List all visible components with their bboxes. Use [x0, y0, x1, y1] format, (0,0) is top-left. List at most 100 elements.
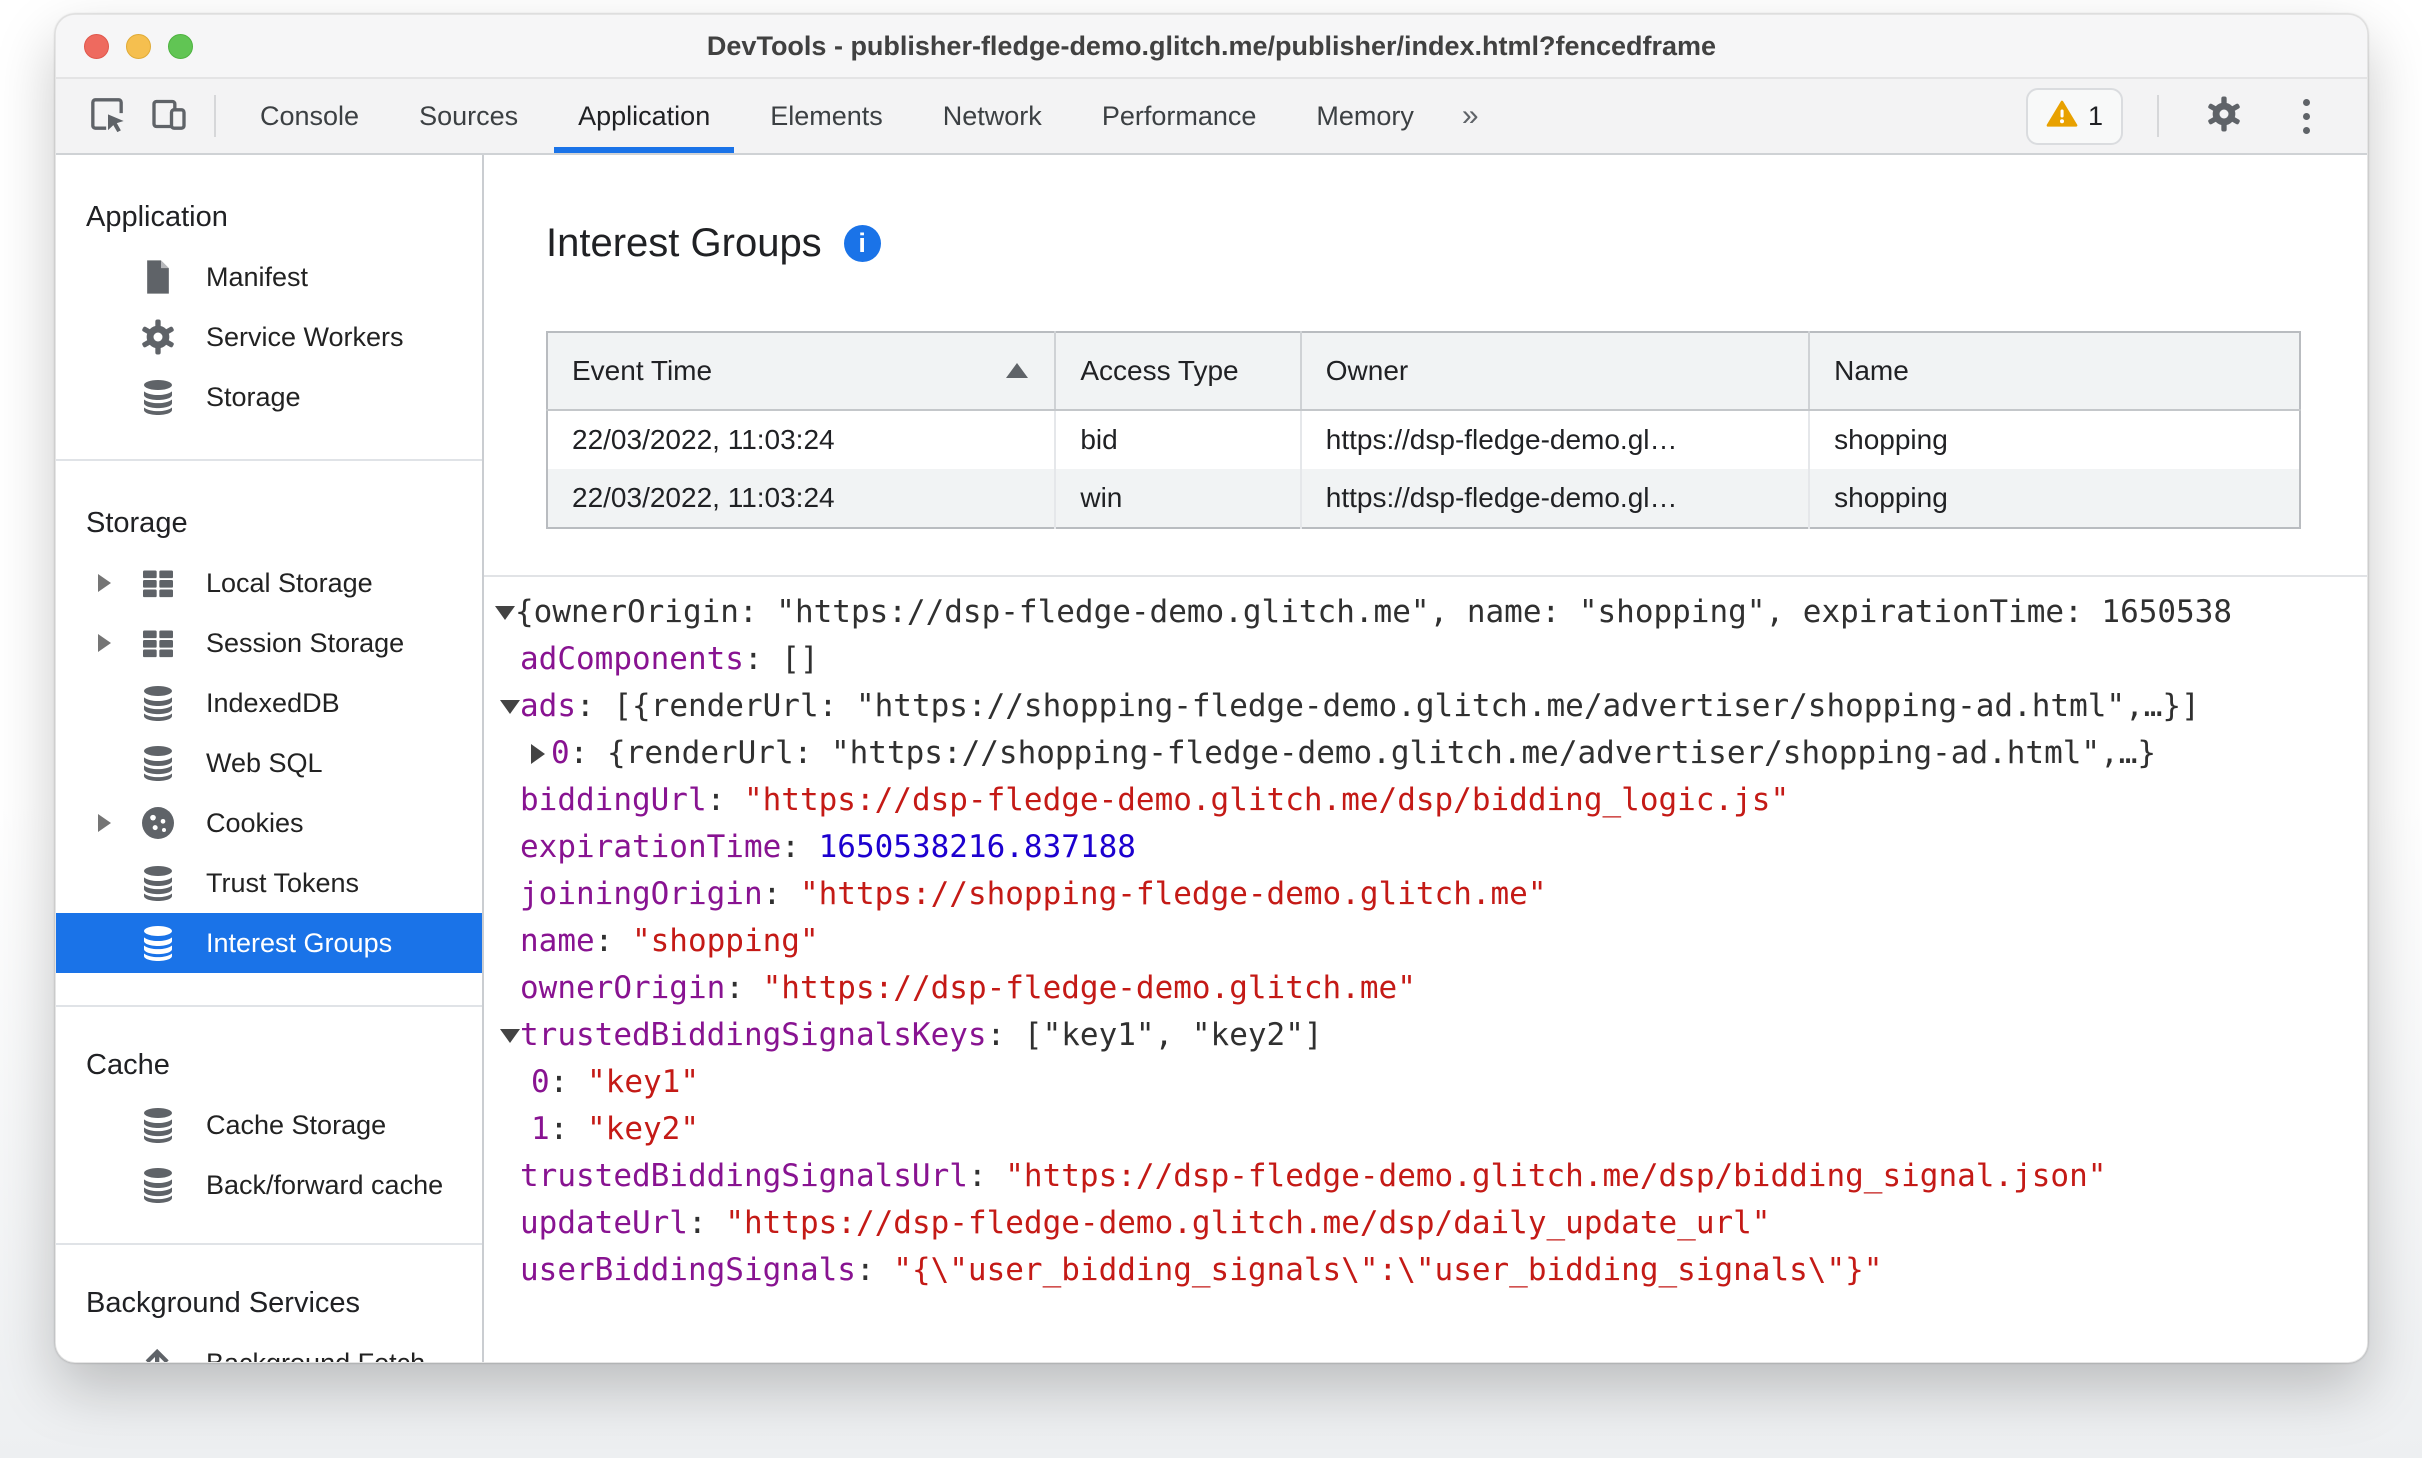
- info-icon[interactable]: i: [843, 224, 881, 262]
- expand-right-icon[interactable]: [98, 634, 138, 652]
- json-plain: {ownerOrigin: "https://dsp-fledge-demo.g…: [515, 594, 2233, 630]
- sidebar-section-title: Storage: [86, 507, 188, 539]
- panel-header: Interest Groups i: [546, 215, 2367, 271]
- tree-row[interactable]: 1: "key2": [484, 1106, 2367, 1153]
- warning-badge[interactable]: 1: [2025, 87, 2123, 145]
- table-cell: 22/03/2022, 11:03:24: [547, 410, 1057, 469]
- database-icon: [138, 1105, 178, 1145]
- tree-row[interactable]: name: "shopping": [484, 918, 2367, 965]
- tree-row[interactable]: 0: "key1": [484, 1059, 2367, 1106]
- column-header-event-time[interactable]: Event Time: [547, 332, 1057, 411]
- expand-right-icon[interactable]: [531, 743, 545, 764]
- file-icon: [138, 257, 178, 297]
- sidebar-section: Storage Local Storage Session Storage Index…: [56, 461, 482, 1007]
- tree-row[interactable]: trustedBiddingSignalsKeys: ["key1", "key…: [484, 1012, 2367, 1059]
- expand-down-icon[interactable]: [500, 1028, 520, 1043]
- expand-right-icon[interactable]: [98, 814, 138, 832]
- toggle-device-toolbar-button[interactable]: [138, 79, 200, 153]
- tree-row[interactable]: {ownerOrigin: "https://dsp-fledge-demo.g…: [484, 589, 2367, 636]
- toolbar-separator: [214, 95, 216, 137]
- sidebar-item-label: IndexedDB: [206, 687, 340, 718]
- tree-row[interactable]: 0: {renderUrl: "https://shopping-fledge-…: [484, 730, 2367, 777]
- json-plain: :: [594, 923, 632, 959]
- tab-elements[interactable]: Elements: [740, 79, 913, 153]
- json-key: biddingUrl: [520, 782, 707, 818]
- sidebar-item-manifest[interactable]: Manifest: [56, 247, 482, 307]
- table-cell: https://dsp-fledge-demo.gl…: [1300, 469, 1811, 528]
- table-icon: [138, 623, 178, 663]
- table-cell: shopping: [1834, 424, 1948, 455]
- column-label: Name: [1834, 355, 1909, 386]
- json-plain: :: [781, 829, 819, 865]
- table-body: 22/03/2022, 11:03:24 bid https://dsp-fledg…: [547, 410, 2300, 528]
- json-string: "https://dsp-fledge-demo.glitch.me": [762, 970, 1416, 1006]
- more-tabs-button[interactable]: »: [1444, 79, 1497, 153]
- customize-devtools-button[interactable]: [2275, 98, 2337, 134]
- json-string: "key1": [587, 1064, 699, 1100]
- sidebar-item-cookies[interactable]: Cookies: [56, 793, 482, 853]
- inspect-element-button[interactable]: [76, 79, 138, 153]
- tab-network[interactable]: Network: [913, 79, 1072, 153]
- database-icon: [138, 683, 178, 723]
- json-key: trustedBiddingSignalsKeys: [520, 1017, 987, 1053]
- database-icon: [138, 863, 178, 903]
- tree-row[interactable]: trustedBiddingSignalsUrl: "https://dsp-f…: [484, 1153, 2367, 1200]
- tree-row[interactable]: adComponents: []: [484, 636, 2367, 683]
- json-plain: :: [706, 782, 744, 818]
- tab-console[interactable]: Console: [230, 79, 389, 153]
- sidebar-item-interest-groups[interactable]: Interest Groups: [56, 913, 482, 973]
- tree-row[interactable]: expirationTime: 1650538216.837188: [484, 824, 2367, 871]
- json-plain: : []: [743, 641, 819, 677]
- expand-down-icon[interactable]: [500, 699, 520, 714]
- sidebar-item-label: Cache Storage: [206, 1109, 387, 1140]
- database-icon: [138, 377, 178, 417]
- settings-button[interactable]: [2193, 94, 2255, 139]
- sidebar-item-cache-storage[interactable]: Cache Storage: [56, 1095, 482, 1155]
- tab-sources[interactable]: Sources: [389, 79, 548, 153]
- tree-row[interactable]: biddingUrl: "https://dsp-fledge-demo.gli…: [484, 777, 2367, 824]
- toolbar-right-group: 1: [2025, 79, 2367, 153]
- json-key: ads: [520, 688, 576, 724]
- sidebar-item-web-sql[interactable]: Web SQL: [56, 733, 482, 793]
- expand-right-icon[interactable]: [98, 574, 138, 592]
- column-header-name[interactable]: Name: [1809, 332, 2300, 411]
- tab-memory[interactable]: Memory: [1286, 79, 1444, 153]
- cookie-icon: [138, 803, 178, 843]
- json-number: 1650538216.837188: [818, 829, 1136, 865]
- sidebar-item-label: Interest Groups: [206, 927, 393, 958]
- sidebar-item-label: Background Fetch: [206, 1348, 425, 1363]
- tree-row[interactable]: ownerOrigin: "https://dsp-fledge-demo.gl…: [484, 965, 2367, 1012]
- tab-strip: Console Sources Application Elements Network…: [230, 79, 1444, 153]
- table-row[interactable]: 22/03/2022, 11:03:24 win https://dsp-fledg…: [547, 469, 2300, 528]
- sidebar-item-background-fetch[interactable]: Background Fetch: [56, 1333, 482, 1362]
- sidebar-item-label: Back/forward cache: [206, 1169, 444, 1200]
- events-table: Event Time Access Type Owner Name 22/03/202…: [546, 331, 2301, 529]
- sidebar-item-local-storage[interactable]: Local Storage: [56, 553, 482, 613]
- sidebar-item-storage[interactable]: Storage: [56, 367, 482, 427]
- devtools-toolbar: Console Sources Application Elements Network…: [56, 79, 2367, 155]
- sidebar-item-back-forward-cache[interactable]: Back/forward cache: [56, 1155, 482, 1215]
- json-key: userBiddingSignals: [520, 1252, 856, 1288]
- tree-row[interactable]: joiningOrigin: "https://shopping-fledge-…: [484, 871, 2367, 918]
- tree-row[interactable]: ads: [{renderUrl: "https://shopping-fled…: [484, 683, 2367, 730]
- sidebar-item-session-storage[interactable]: Session Storage: [56, 613, 482, 673]
- tab-application[interactable]: Application: [548, 79, 740, 153]
- devtools-window: DevTools - publisher-fledge-demo.glitch.…: [55, 14, 2368, 1363]
- sidebar-item-indexeddb[interactable]: IndexedDB: [56, 673, 482, 733]
- table-header-row: Event Time Access Type Owner Name: [547, 332, 2300, 411]
- sidebar-item-service-workers[interactable]: Service Workers: [56, 307, 482, 367]
- sidebar-section: Background Services Background Fetch: [56, 1245, 482, 1362]
- table-row[interactable]: 22/03/2022, 11:03:24 bid https://dsp-fledg…: [547, 410, 2300, 469]
- device-toolbar-icon: [149, 94, 189, 139]
- column-header-access-type[interactable]: Access Type: [1055, 332, 1302, 411]
- tree-row[interactable]: userBiddingSignals: "{\"user_bidding_sig…: [484, 1247, 2367, 1294]
- json-string: "key2": [587, 1111, 699, 1147]
- column-header-owner[interactable]: Owner: [1300, 332, 1811, 411]
- json-plain: :: [762, 876, 800, 912]
- tab-performance[interactable]: Performance: [1072, 79, 1287, 153]
- expand-down-icon[interactable]: [495, 605, 515, 620]
- table-cell: 22/03/2022, 11:03:24: [547, 469, 1057, 528]
- tree-row[interactable]: updateUrl: "https://dsp-fledge-demo.glit…: [484, 1200, 2367, 1247]
- json-plain: :: [725, 970, 763, 1006]
- sidebar-item-trust-tokens[interactable]: Trust Tokens: [56, 853, 482, 913]
